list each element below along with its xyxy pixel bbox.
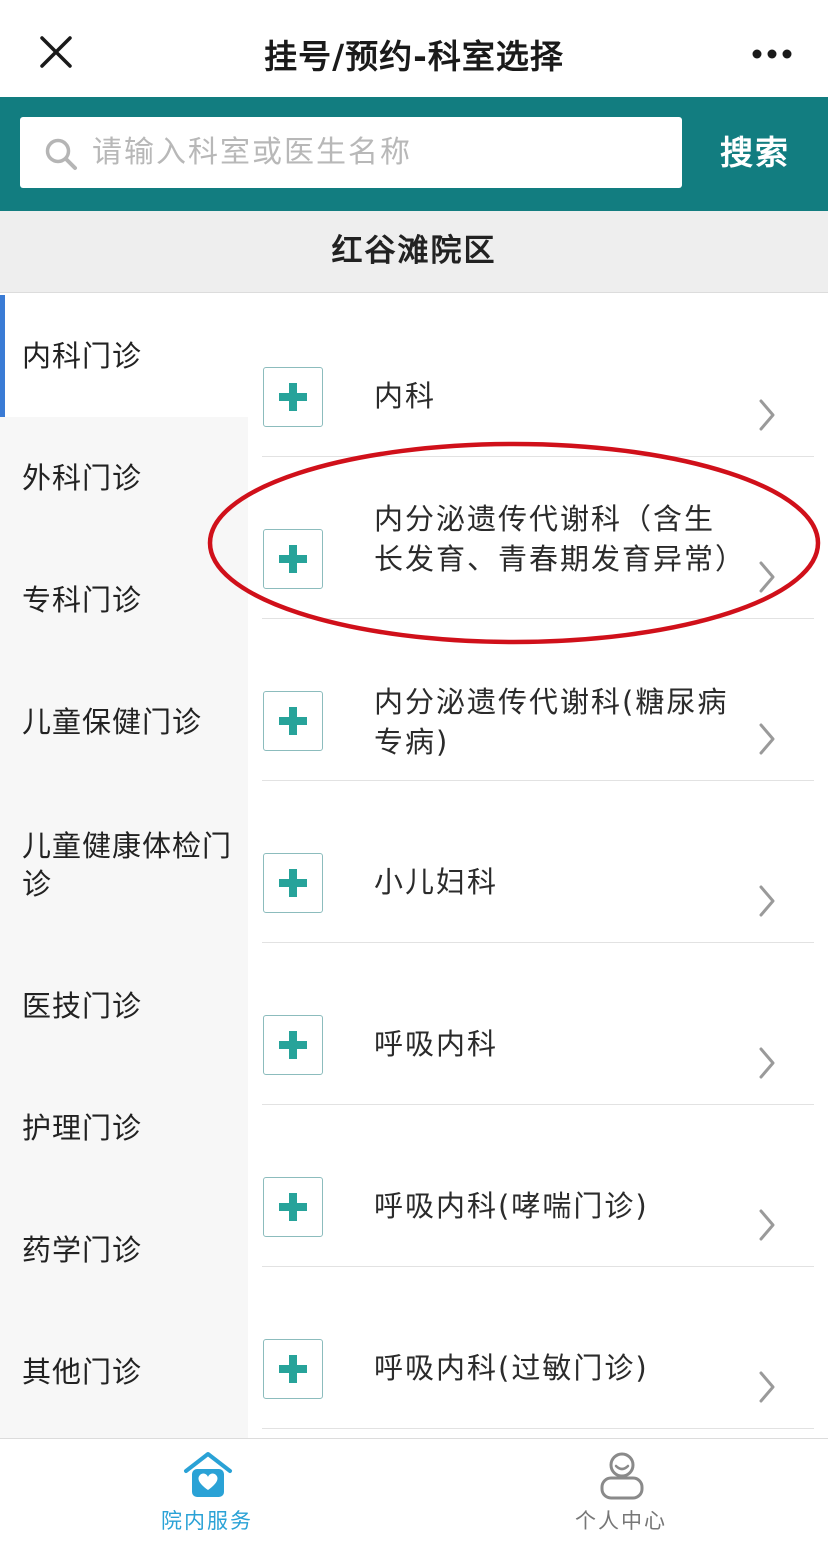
bottom-tab-bar: 院内服务 个人中心	[0, 1438, 828, 1553]
plus-icon	[263, 529, 323, 589]
list-item[interactable]: 内分泌遗传代谢科(糖尿病专病)	[248, 619, 828, 781]
sidebar-item-nursing[interactable]: 护理门诊	[0, 1067, 248, 1189]
list-item[interactable]: 呼吸内科(过敏门诊)	[248, 1267, 828, 1429]
campus-name[interactable]: 红谷滩院区	[0, 211, 828, 293]
chevron-right-icon	[759, 1209, 775, 1241]
search-bar: 搜索	[0, 97, 828, 211]
plus-icon	[263, 367, 323, 427]
row-divider	[262, 1428, 814, 1429]
department-name: 呼吸内科(哮喘门诊)	[374, 1189, 649, 1223]
list-item[interactable]: 小儿妇科	[248, 781, 828, 943]
list-item[interactable]: 呼吸内科	[248, 943, 828, 1105]
hospital-heart-icon	[184, 1452, 232, 1497]
sidebar-item-label: 内科门诊	[22, 339, 143, 373]
chevron-right-icon	[759, 399, 775, 431]
chevron-right-icon	[759, 561, 775, 593]
department-name: 呼吸内科(过敏门诊)	[374, 1351, 649, 1385]
user-icon	[600, 1452, 644, 1500]
sidebar-item-pharmacy[interactable]: 药学门诊	[0, 1189, 248, 1311]
chevron-right-icon	[759, 1371, 775, 1403]
sidebar-item-label: 医技门诊	[22, 989, 143, 1023]
search-button[interactable]: 搜索	[690, 117, 820, 188]
plus-icon	[263, 1015, 323, 1075]
page-title: 挂号/预约-科室选择	[264, 37, 564, 76]
department-name: 内分泌遗传代谢科(糖尿病专病)	[374, 685, 729, 759]
department-list: 内科 内分泌遗传代谢科（含生长发育、青春期发育异常） 内分泌遗传代谢科(糖尿病专…	[248, 295, 828, 1438]
chevron-right-icon	[759, 885, 775, 917]
sidebar-item-label: 药学门诊	[22, 1233, 143, 1267]
sidebar-item-label: 外科门诊	[22, 461, 143, 495]
search-input[interactable]	[92, 125, 662, 180]
department-name: 内分泌遗传代谢科（含生长发育、青春期发育异常）	[374, 502, 747, 576]
tab-hospital-services[interactable]: 院内服务	[0, 1439, 414, 1553]
tab-label: 院内服务	[161, 1509, 253, 1533]
plus-icon	[263, 1177, 323, 1237]
sidebar-item-child-checkup[interactable]: 儿童健康体检门诊	[0, 783, 248, 905]
sidebar-item-label: 儿童保健门诊	[22, 705, 203, 739]
department-name: 呼吸内科	[374, 1027, 499, 1061]
sidebar-item-label: 儿童健康体检门诊	[22, 829, 233, 901]
plus-icon	[263, 1339, 323, 1399]
sidebar-item-label: 专科门诊	[22, 583, 143, 617]
tab-label: 个人中心	[575, 1509, 667, 1533]
more-icon[interactable]	[752, 46, 792, 60]
tab-personal-center[interactable]: 个人中心	[414, 1439, 828, 1553]
list-item[interactable]: 内分泌遗传代谢科（含生长发育、青春期发育异常）	[248, 457, 828, 619]
sidebar-item-child-healthcare[interactable]: 儿童保健门诊	[0, 661, 248, 783]
sidebar-item-label: 其他门诊	[22, 1355, 143, 1389]
search-icon	[44, 137, 78, 171]
sidebar-item-surgery[interactable]: 外科门诊	[0, 417, 248, 539]
list-item[interactable]: 内科	[248, 295, 828, 457]
sidebar-item-specialty[interactable]: 专科门诊	[0, 539, 248, 661]
plus-icon	[263, 691, 323, 751]
sidebar-item-internal-medicine[interactable]: 内科门诊	[0, 295, 248, 417]
department-name: 小儿妇科	[374, 865, 499, 899]
sidebar-item-medical-tech[interactable]: 医技门诊	[0, 945, 248, 1067]
search-box[interactable]	[20, 117, 682, 188]
chevron-right-icon	[759, 1047, 775, 1079]
sidebar-item-other[interactable]: 其他门诊	[0, 1311, 248, 1433]
category-sidebar: 内科门诊 外科门诊 专科门诊 儿童保健门诊 儿童健康体检门诊 医技门诊 护理门诊…	[0, 295, 248, 1438]
chevron-right-icon	[759, 723, 775, 755]
list-item[interactable]: 呼吸内科(哮喘门诊)	[248, 1105, 828, 1267]
department-name: 内科	[374, 379, 437, 413]
sidebar-item-label: 护理门诊	[22, 1111, 143, 1145]
plus-icon	[263, 853, 323, 913]
top-navigation-bar: 挂号/预约-科室选择	[0, 0, 828, 97]
